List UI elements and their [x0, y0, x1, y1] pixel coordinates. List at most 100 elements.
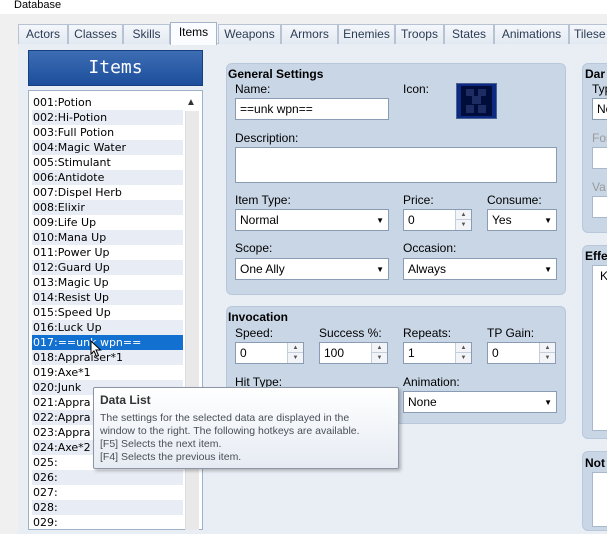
tab-weapons[interactable]: Weapons	[218, 24, 281, 44]
spin-down-icon[interactable]: ▼	[540, 353, 555, 363]
item-type-label: Item Type:	[235, 193, 291, 207]
tab-classes[interactable]: Classes	[68, 24, 123, 44]
success-stepper[interactable]: 100 ▲ ▼	[319, 342, 388, 364]
spin-down-icon[interactable]: ▼	[456, 220, 471, 230]
description-label: Description:	[235, 131, 299, 145]
name-label: Name:	[235, 82, 271, 96]
spin-down-icon[interactable]: ▼	[372, 353, 387, 363]
item-icon-image	[461, 86, 492, 116]
list-item[interactable]: 016:Luck Up	[32, 320, 183, 335]
tab-animations[interactable]: Animations	[494, 24, 569, 44]
list-item[interactable]: 018:Appraiser*1	[32, 350, 183, 365]
spin-up-icon[interactable]: ▲	[288, 343, 303, 353]
list-item[interactable]: 002:Hi-Potion	[32, 110, 183, 125]
scope-select[interactable]: One Ally ▼	[235, 258, 389, 280]
variance-input[interactable]	[592, 196, 607, 218]
damage-type-select[interactable]: No	[592, 98, 607, 120]
speed-value: 0	[240, 346, 247, 360]
effects-list[interactable]: K	[592, 265, 607, 431]
item-type-select[interactable]: Normal ▼	[235, 209, 389, 231]
tab-tilesets[interactable]: Tilese	[569, 24, 607, 44]
list-item[interactable]: 004:Magic Water	[32, 140, 183, 155]
list-item[interactable]: 001:Potion	[32, 95, 183, 110]
repeats-label: Repeats:	[403, 326, 452, 340]
list-item[interactable]: 015:Speed Up	[32, 305, 183, 320]
tab-skills[interactable]: Skills	[123, 24, 170, 44]
mouse-cursor-icon	[90, 340, 102, 358]
description-input[interactable]	[235, 147, 557, 183]
effects-column-header: K	[600, 269, 607, 283]
chevron-down-icon: ▼	[376, 265, 384, 274]
icon-label: Icon:	[403, 82, 430, 96]
data-list-tooltip: Data List The settings for the selected …	[93, 387, 399, 469]
tooltip-line: The settings for the selected data are d…	[100, 412, 350, 424]
price-value: 0	[408, 213, 415, 227]
list-item[interactable]: 017:==unk wpn==	[32, 335, 183, 350]
list-item[interactable]: 006:Antidote	[32, 170, 183, 185]
formula-label: For	[592, 131, 607, 145]
list-item[interactable]: 026:	[32, 470, 183, 485]
repeats-value: 1	[408, 346, 415, 360]
spin-up-icon[interactable]: ▲	[540, 343, 555, 353]
tp-gain-stepper[interactable]: 0 ▲ ▼	[487, 342, 556, 364]
list-item[interactable]: 019:Axe*1	[32, 365, 183, 380]
formula-input[interactable]	[592, 147, 607, 169]
list-item[interactable]: 009:Life Up	[32, 215, 183, 230]
price-stepper[interactable]: 0 ▲ ▼	[403, 209, 472, 231]
list-item[interactable]: 013:Magic Up	[32, 275, 183, 290]
tab-actors[interactable]: Actors	[18, 24, 68, 44]
tab-troops[interactable]: Troops	[395, 24, 444, 44]
tooltip-line: window to the right. The following hotke…	[100, 425, 360, 437]
list-item[interactable]: 010:Mana Up	[32, 230, 183, 245]
spin-down-icon[interactable]: ▼	[288, 353, 303, 363]
animation-value: None	[408, 395, 437, 409]
note-title: Not	[585, 456, 605, 470]
variance-label: Va	[592, 180, 606, 194]
list-item[interactable]: 027:	[32, 485, 183, 500]
list-item[interactable]: 007:Dispel Herb	[32, 185, 183, 200]
tp-gain-label: TP Gain:	[487, 326, 535, 340]
speed-stepper[interactable]: 0 ▲ ▼	[235, 342, 304, 364]
tooltip-line: [F4] Selects the previous item.	[100, 451, 242, 463]
scroll-up-icon[interactable]: ▲	[183, 96, 199, 110]
consume-value: Yes	[492, 213, 512, 227]
tab-states[interactable]: States	[444, 24, 494, 44]
list-item[interactable]: 005:Stimulant	[32, 155, 183, 170]
tab-armors[interactable]: Armors	[281, 24, 338, 44]
invocation-title: Invocation	[228, 310, 289, 324]
list-item[interactable]: 014:Resist Up	[32, 290, 183, 305]
animation-select[interactable]: None ▼	[403, 391, 557, 413]
list-item[interactable]: 003:Full Potion	[32, 125, 183, 140]
item-icon[interactable]	[456, 83, 497, 119]
name-input[interactable]: ==unk wpn==	[235, 98, 389, 120]
list-item[interactable]: 008:Elixir	[32, 200, 183, 215]
chevron-down-icon: ▼	[544, 265, 552, 274]
tab-bar: Actors Classes Skills Items Weapons Armo…	[18, 22, 607, 45]
list-item[interactable]: 028:	[32, 500, 183, 515]
tooltip-title: Data List	[100, 393, 151, 407]
chevron-down-icon: ▼	[544, 216, 552, 225]
consume-select[interactable]: Yes ▼	[487, 209, 557, 231]
price-label: Price:	[403, 193, 434, 207]
consume-label: Consume:	[487, 193, 542, 207]
tab-enemies[interactable]: Enemies	[338, 24, 395, 44]
chevron-down-icon: ▼	[376, 216, 384, 225]
repeats-stepper[interactable]: 1 ▲ ▼	[403, 342, 472, 364]
spin-up-icon[interactable]: ▲	[456, 343, 471, 353]
spin-up-icon[interactable]: ▲	[372, 343, 387, 353]
scope-label: Scope:	[235, 241, 273, 255]
note-input[interactable]	[592, 472, 607, 527]
list-item[interactable]: 011:Power Up	[32, 245, 183, 260]
spin-down-icon[interactable]: ▼	[456, 353, 471, 363]
tp-gain-value: 0	[492, 346, 499, 360]
tab-items[interactable]: Items	[170, 22, 217, 45]
animation-label: Animation:	[403, 375, 460, 389]
damage-type-label: Typ	[592, 82, 607, 96]
spin-up-icon[interactable]: ▲	[456, 210, 471, 220]
list-item[interactable]: 012:Guard Up	[32, 260, 183, 275]
success-value: 100	[324, 346, 345, 360]
occasion-label: Occasion:	[403, 241, 457, 255]
occasion-select[interactable]: Always ▼	[403, 258, 557, 280]
list-title: Items	[28, 50, 203, 86]
list-item[interactable]: 029:	[32, 515, 183, 530]
